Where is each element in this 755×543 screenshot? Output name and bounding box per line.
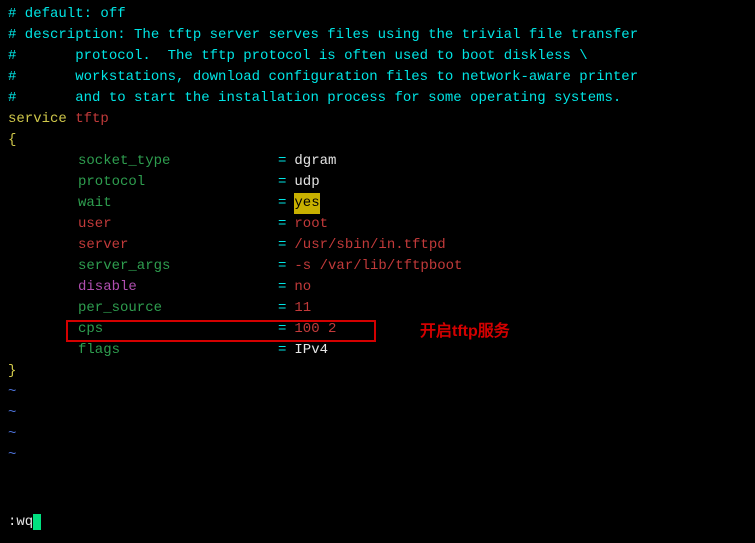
comment-line: # workstations, download configuration f… [8, 67, 747, 88]
config-value: root [294, 214, 328, 235]
config-row-protocol: protocol= udp [8, 172, 747, 193]
cursor [33, 514, 41, 530]
config-row-flags: flags= IPv4 [8, 340, 747, 361]
equals-sign: = [278, 172, 286, 193]
equals-sign: = [278, 277, 286, 298]
brace-close: } [8, 361, 747, 382]
config-value: udp [294, 172, 319, 193]
config-value: 100 2 [294, 319, 336, 340]
equals-sign: = [278, 214, 286, 235]
vim-tilde: ~ [8, 445, 747, 466]
config-row-socket-type: socket_type= dgram [8, 151, 747, 172]
equals-sign: = [278, 298, 286, 319]
equals-sign: = [278, 319, 286, 340]
config-key: wait [78, 193, 278, 214]
config-row-disable: disable= no [8, 277, 747, 298]
equals-sign: = [278, 340, 286, 361]
config-key: per_source [78, 298, 278, 319]
config-key: socket_type [78, 151, 278, 172]
config-key: server [78, 235, 278, 256]
brace-open: { [8, 130, 747, 151]
config-value: dgram [294, 151, 336, 172]
config-row-server-args: server_args= -s /var/lib/tftpboot [8, 256, 747, 277]
config-row-cps: cps= 100 2 [8, 319, 747, 340]
vim-tilde: ~ [8, 424, 747, 445]
config-key: flags [78, 340, 278, 361]
config-key: protocol [78, 172, 278, 193]
vim-tilde: ~ [8, 403, 747, 424]
config-value: yes [294, 193, 319, 214]
config-row-server: server= /usr/sbin/in.tftpd [8, 235, 747, 256]
comment-line: # protocol. The tftp protocol is often u… [8, 46, 747, 67]
equals-sign: = [278, 193, 286, 214]
config-value: -s /var/lib/tftpboot [294, 256, 462, 277]
comment-line: # description: The tftp server serves fi… [8, 25, 747, 46]
comment-line: # default: off [8, 4, 747, 25]
service-header: service tftp [8, 109, 747, 130]
equals-sign: = [278, 256, 286, 277]
config-key: server_args [78, 256, 278, 277]
equals-sign: = [278, 151, 286, 172]
config-row-user: user= root [8, 214, 747, 235]
config-key: user [78, 214, 278, 235]
vim-command-line[interactable]: :wq [8, 512, 41, 533]
equals-sign: = [278, 235, 286, 256]
config-value: IPv4 [294, 340, 328, 361]
config-value: 11 [294, 298, 311, 319]
config-row-wait: wait= yes [8, 193, 747, 214]
config-value: no [294, 277, 311, 298]
config-value: /usr/sbin/in.tftpd [294, 235, 445, 256]
comment-line: # and to start the installation process … [8, 88, 747, 109]
config-row-per-source: per_source= 11 [8, 298, 747, 319]
config-key: cps [78, 319, 278, 340]
config-key: disable [78, 277, 278, 298]
vim-tilde: ~ [8, 382, 747, 403]
